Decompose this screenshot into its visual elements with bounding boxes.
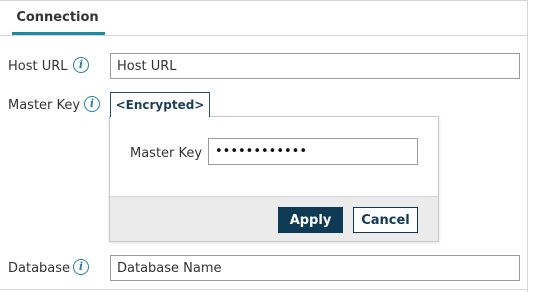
right-divider [527,0,528,292]
connection-settings-panel: Connection Host URL i Master Key i <Encr… [0,0,541,292]
tab-connection-label: Connection [16,10,99,25]
master-key-label: Master Key [8,97,81,113]
info-icon[interactable]: i [73,259,89,275]
host-url-label: Host URL [8,58,68,74]
apply-button[interactable]: Apply [278,207,343,233]
master-key-encrypted-button[interactable]: <Encrypted> [110,92,210,117]
info-icon[interactable]: i [73,57,89,73]
tab-divider [0,35,528,36]
master-key-popup: Master Key Apply Cancel [109,116,439,242]
popup-footer: Apply Cancel [110,196,438,241]
host-url-input[interactable] [110,53,520,79]
tab-connection[interactable]: Connection [10,0,105,35]
info-icon[interactable]: i [84,96,100,112]
database-label: Database [8,260,71,276]
popup-master-key-label: Master Key [130,145,203,161]
master-key-password-field[interactable] [208,138,418,165]
cancel-button[interactable]: Cancel [353,207,418,233]
bottom-divider [0,289,528,290]
database-input[interactable] [110,255,520,281]
